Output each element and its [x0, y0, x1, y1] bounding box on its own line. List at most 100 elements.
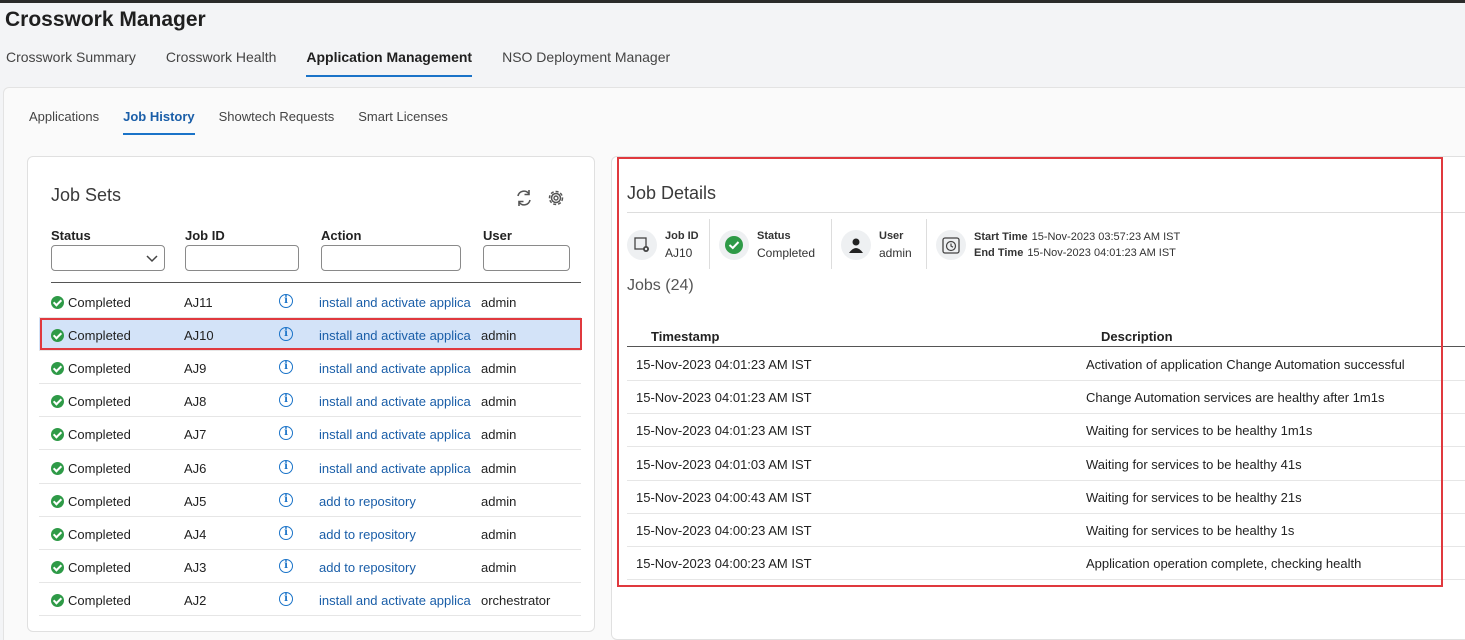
table-row[interactable]: Completed AJ5 i add to repository admin [39, 484, 581, 517]
action-link[interactable]: install and activate applica [319, 295, 474, 310]
table-row[interactable]: Completed AJ3 i add to repository admin [39, 550, 581, 583]
info-icon[interactable]: i [279, 459, 293, 474]
info-icon[interactable]: i [279, 426, 293, 441]
col-description: Description [1101, 329, 1173, 344]
info-icon[interactable]: i [279, 492, 293, 507]
tab-showtech-requests[interactable]: Showtech Requests [219, 109, 335, 135]
timestamp-cell: 15-Nov-2023 04:00:23 AM IST [636, 556, 812, 572]
info-icon[interactable]: i [279, 393, 293, 408]
job-details-title: Job Details [627, 183, 717, 203]
check-icon [51, 494, 64, 508]
time-meta: Start Time 15-Nov-2023 03:57:23 AM IST En… [936, 219, 1180, 271]
col-status: Status [51, 228, 91, 243]
user-cell: admin [481, 295, 517, 310]
action-link[interactable]: install and activate applica [319, 361, 474, 376]
table-row[interactable]: Completed AJ7 i install and activate applic… [39, 417, 581, 451]
job-id-filter-input[interactable] [185, 245, 299, 271]
tab-applications[interactable]: Applications [29, 109, 99, 135]
jobs-count-title: Jobs (24) [627, 277, 694, 294]
check-icon [51, 296, 64, 309]
description-cell: Application operation complete, checking… [1086, 556, 1362, 572]
gear-icon[interactable] [545, 187, 567, 209]
job-sets-title: Job Sets [51, 185, 122, 205]
user-cell: admin [481, 328, 517, 344]
status-cell: Completed [51, 394, 131, 409]
app-title: Crosswork Manager [5, 8, 206, 31]
status-cell: Completed [51, 328, 131, 343]
action-link[interactable]: add to repository [319, 494, 474, 509]
user-cell: admin [481, 361, 517, 377]
action-link[interactable]: add to repository [319, 560, 474, 575]
info-icon[interactable]: i [279, 591, 293, 606]
tab-smart-licenses[interactable]: Smart Licenses [358, 109, 448, 135]
table-row[interactable]: Completed AJ6 i install and activate applic… [39, 451, 581, 484]
info-icon[interactable]: i [279, 558, 293, 573]
user-filter-input[interactable] [483, 245, 570, 271]
status-cell: Completed [51, 527, 131, 542]
user-cell: admin [481, 559, 517, 575]
sub-tabs: Applications Job History Showtech Reques… [29, 109, 472, 135]
status-cell: Completed [51, 461, 131, 476]
clock-icon [936, 230, 966, 260]
user-icon [841, 230, 871, 260]
check-icon [51, 527, 64, 541]
info-icon[interactable]: i [279, 294, 293, 308]
check-icon [51, 560, 64, 574]
user-label: User [879, 230, 904, 242]
user-meta: User admin [841, 219, 912, 271]
divider [627, 212, 1465, 213]
action-link[interactable]: install and activate applica [319, 394, 474, 409]
job-sets-panel: Job Sets Status Job ID Action User Compl… [27, 156, 595, 632]
tab-nso-deployment-manager[interactable]: NSO Deployment Manager [502, 49, 670, 77]
timestamp-cell: 15-Nov-2023 04:00:23 AM IST [636, 523, 812, 538]
job-id-cell: AJ4 [184, 526, 207, 542]
table-row[interactable]: Completed AJ4 i add to repository admin [39, 517, 581, 550]
action-link[interactable]: add to repository [319, 527, 474, 542]
table-row: 15-Nov-2023 04:00:23 AM IST Application o… [627, 547, 1465, 581]
divider [709, 219, 710, 269]
job-id-cell: AJ3 [184, 559, 207, 575]
job-details-panel: Job Details Job ID AJ10 Status Completed… [611, 156, 1465, 640]
status-text: Completed [68, 427, 131, 443]
table-row[interactable]: Completed AJ9 i install and activate applic… [39, 351, 581, 385]
header-divider [51, 282, 581, 283]
timestamp-cell: 15-Nov-2023 04:00:43 AM IST [636, 489, 812, 505]
tab-crosswork-health[interactable]: Crosswork Health [166, 49, 276, 77]
description-cell: Waiting for services to be healthy 1s [1086, 523, 1295, 538]
status-text: Completed [68, 328, 131, 344]
table-row: 15-Nov-2023 04:01:03 AM IST Waiting for s… [627, 448, 1465, 481]
tab-application-management[interactable]: Application Management [306, 49, 473, 77]
refresh-icon[interactable] [513, 187, 535, 209]
check-icon [51, 428, 64, 442]
info-icon[interactable]: i [279, 327, 293, 342]
status-cell: Completed [51, 427, 131, 442]
status-value: Completed [757, 246, 816, 260]
action-filter-input[interactable] [321, 245, 461, 271]
status-text: Completed [68, 394, 131, 410]
end-time-label: End Time [974, 247, 1024, 259]
chevron-down-icon [146, 255, 158, 263]
table-row: 15-Nov-2023 04:01:23 AM IST Change Automa… [627, 381, 1465, 415]
status-filter-select[interactable] [51, 245, 165, 271]
action-link[interactable]: install and activate applica [319, 328, 474, 343]
table-row[interactable]: Completed AJ2 i install and activate applic… [39, 583, 581, 616]
info-icon[interactable]: i [279, 525, 293, 540]
status-cell: Completed [51, 295, 131, 310]
header-divider [627, 346, 1465, 347]
tab-crosswork-summary[interactable]: Crosswork Summary [6, 49, 136, 77]
table-row[interactable]: Completed AJ11 i install and activate appli… [39, 285, 581, 318]
action-link[interactable]: install and activate applica [319, 427, 474, 442]
job-id-meta: Job ID AJ10 [627, 219, 699, 271]
user-cell: admin [481, 427, 517, 443]
action-link[interactable]: install and activate applica [319, 461, 474, 476]
tab-job-history[interactable]: Job History [123, 109, 195, 135]
table-row: 15-Nov-2023 04:00:23 AM IST Waiting for s… [627, 514, 1465, 547]
end-time-value: 15-Nov-2023 04:01:23 AM IST [1027, 247, 1176, 259]
description-cell: Waiting for services to be healthy 21s [1086, 489, 1302, 505]
table-row[interactable]: Completed AJ8 i install and activate applic… [39, 384, 581, 418]
description-cell: Waiting for services to be healthy 41s [1086, 456, 1302, 472]
action-link[interactable]: install and activate applica [319, 593, 474, 608]
table-row[interactable]: Completed AJ10 i install and activate appli… [39, 318, 581, 352]
status-text: Completed [68, 361, 131, 377]
info-icon[interactable]: i [279, 360, 293, 375]
